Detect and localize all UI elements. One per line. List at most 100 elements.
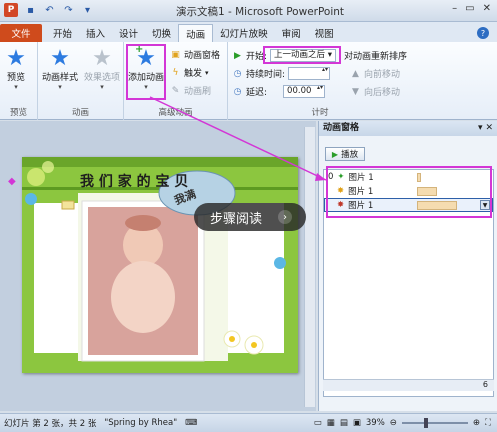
play-button[interactable]: ▶ 播放 (325, 147, 365, 161)
move-later-label: 向后移动 (364, 88, 401, 98)
maximize-icon[interactable]: ▭ (465, 3, 474, 14)
effect-options-button[interactable]: ★ 效果选项 ▾ (84, 45, 121, 92)
zoom-in-icon[interactable]: ⊕ (473, 418, 480, 428)
brush-icon: ✎ (171, 85, 180, 96)
delay-value: 00.00 (287, 86, 312, 96)
animation-group: ★ 动画样式 ▾ ★ 效果选项 ▾ 动画 (38, 42, 124, 120)
tab-home[interactable]: 开始 (46, 24, 79, 42)
animation-pane-title: 动画窗格 (323, 123, 360, 133)
tab-file[interactable]: 文件 (0, 24, 42, 42)
chevron-down-icon: ▾ (58, 83, 62, 91)
zoom-slider[interactable] (401, 418, 468, 428)
status-bar: 幻灯片 第 2 张，共 2 张 "Spring by Rhea" ⌨ ▭ ▦ ▤… (0, 413, 497, 432)
minimize-icon[interactable]: – (452, 3, 457, 14)
preview-group: ★ 预览 ▾ 预览 (0, 42, 38, 120)
clock-icon: ◷ (233, 68, 242, 79)
animation-pane-icon: ▣ (171, 49, 180, 60)
chevron-down-icon: ▾ (14, 83, 18, 91)
animation-styles-button[interactable]: ★ 动画样式 ▾ (42, 45, 79, 92)
move-earlier-button[interactable]: ▲ 向前移动 (350, 67, 401, 81)
animation-painter-button[interactable]: ✎ 动画刷 (170, 84, 212, 98)
redo-icon[interactable]: ↷ (62, 4, 75, 17)
animation-pane-button[interactable]: ▣ 动画窗格 (170, 48, 221, 62)
duration-label: 持续时间: (246, 70, 286, 80)
tab-view[interactable]: 视图 (308, 24, 341, 42)
animation-list-highlight (326, 166, 492, 218)
play-icon: ▶ (234, 50, 241, 61)
theme-name: "Spring by Rhea" (104, 418, 178, 428)
quick-access-toolbar: P ▪ ↶ ↷ ▾ (4, 3, 94, 17)
tab-review[interactable]: 审阅 (275, 24, 308, 42)
tab-transitions[interactable]: 切换 (145, 24, 178, 42)
diamond-marker-icon: ◆ (8, 176, 16, 187)
chevron-down-icon: ▾ (100, 83, 104, 91)
ribbon: ★ 预览 ▾ 预览 ★ 动画样式 ▾ ★ 效果选项 ▾ 动画 ★ + 添加动画 ▾… (0, 42, 497, 120)
zoom-level[interactable]: 39% (366, 418, 385, 428)
tab-insert[interactable]: 插入 (79, 24, 112, 42)
duration-stepper[interactable] (288, 67, 331, 80)
close-icon[interactable]: ✕ (485, 123, 493, 133)
step-reading-overlay[interactable]: 步骤阅读 › (194, 203, 306, 231)
step-reading-label: 步骤阅读 (210, 211, 263, 227)
reading-view-icon[interactable]: ▤ (340, 418, 348, 428)
timing-group-label: 计时 (311, 108, 329, 118)
powerpoint-logo-icon: P (4, 3, 18, 17)
slide-canvas[interactable]: 我 们 家 的 宝 贝 我满 (22, 157, 298, 373)
advanced-animation-group-label: 高级动画 (158, 108, 193, 118)
delay-label: 延迟: (246, 88, 268, 98)
animation-pane-header: 动画窗格 ▾ ✕ (319, 121, 497, 136)
animation-styles-star-icon: ★ (50, 45, 70, 71)
effect-options-star-icon: ★ (92, 45, 112, 71)
effect-options-label: 效果选项 (84, 73, 121, 83)
animation-pane: 动画窗格 ▾ ✕ ▶ 播放 0 ✦ 图片 1 ✸ 图片 1 ✸ 图片 1 ▼ 6 (318, 121, 497, 411)
chevron-down-icon[interactable]: ▾ (478, 123, 483, 133)
move-later-button[interactable]: ▼ 向后移动 (350, 85, 401, 99)
window-title: 演示文稿1 - Microsoft PowerPoint (175, 6, 345, 18)
customize-icon[interactable]: ▾ (81, 4, 94, 17)
close-icon[interactable]: ✕ (483, 3, 491, 14)
trigger-label: 触发 (184, 69, 203, 79)
fit-to-window-icon[interactable]: ⛶ (485, 418, 491, 428)
tab-animations[interactable]: 动画 (178, 24, 214, 42)
ribbon-tabs: 文件 开始 插入 设计 切换 动画 幻灯片放映 审阅 视图 ? (0, 22, 497, 42)
start-select-highlight (263, 46, 341, 64)
help-icon[interactable]: ? (477, 27, 489, 39)
undo-icon[interactable]: ↶ (43, 4, 56, 17)
animation-styles-label: 动画样式 (42, 73, 79, 83)
chevron-right-icon: › (278, 210, 293, 224)
tab-slideshow[interactable]: 幻灯片放映 (213, 24, 275, 42)
lightning-icon: ϟ (172, 67, 179, 78)
normal-view-icon[interactable]: ▭ (314, 418, 322, 428)
clock-icon: ◷ (233, 86, 242, 97)
title-bar: P ▪ ↶ ↷ ▾ 演示文稿1 - Microsoft PowerPoint –… (0, 0, 497, 22)
slide-sorter-icon[interactable]: ▦ (327, 418, 335, 428)
reorder-heading: 对动画重新排序 (344, 52, 408, 62)
slideshow-icon[interactable]: ▣ (353, 418, 361, 428)
animation-painter-label: 动画刷 (184, 87, 212, 97)
arrow-down-icon: ▼ (352, 86, 359, 97)
animation-pane-label: 动画窗格 (184, 51, 221, 61)
timeline-ruler[interactable]: 6 (323, 379, 494, 391)
delay-stepper[interactable]: 00.00 (283, 85, 326, 98)
preview-group-label: 预览 (9, 108, 27, 118)
play-icon: ▶ (331, 149, 339, 159)
trigger-button[interactable]: ϟ 触发 ▾ (170, 66, 209, 80)
window-controls: – ▭ ✕ (452, 3, 491, 14)
save-icon[interactable]: ▪ (24, 4, 37, 17)
delay-row: ◷ 延迟: 00.00 (232, 85, 326, 98)
move-earlier-label: 向前移动 (364, 70, 401, 80)
tab-design[interactable]: 设计 (112, 24, 145, 42)
preview-button[interactable]: ★ 预览 ▾ (4, 46, 28, 92)
slide-info: 幻灯片 第 2 张，共 2 张 (4, 419, 97, 429)
play-label: 播放 (341, 150, 359, 160)
preview-label: 预览 (6, 73, 25, 83)
chevron-down-icon: ▾ (205, 68, 209, 77)
slide-title[interactable]: 我 们 家 的 宝 贝 (80, 171, 188, 191)
zoom-out-icon[interactable]: ⊖ (390, 418, 397, 428)
add-animation-highlight (126, 44, 166, 100)
language-icon[interactable]: ⌨ (185, 418, 197, 428)
duration-row: ◷ 持续时间: (232, 67, 331, 80)
arrow-up-icon: ▲ (352, 68, 359, 79)
vertical-scrollbar[interactable] (304, 127, 315, 407)
animation-group-label: 动画 (71, 108, 89, 118)
